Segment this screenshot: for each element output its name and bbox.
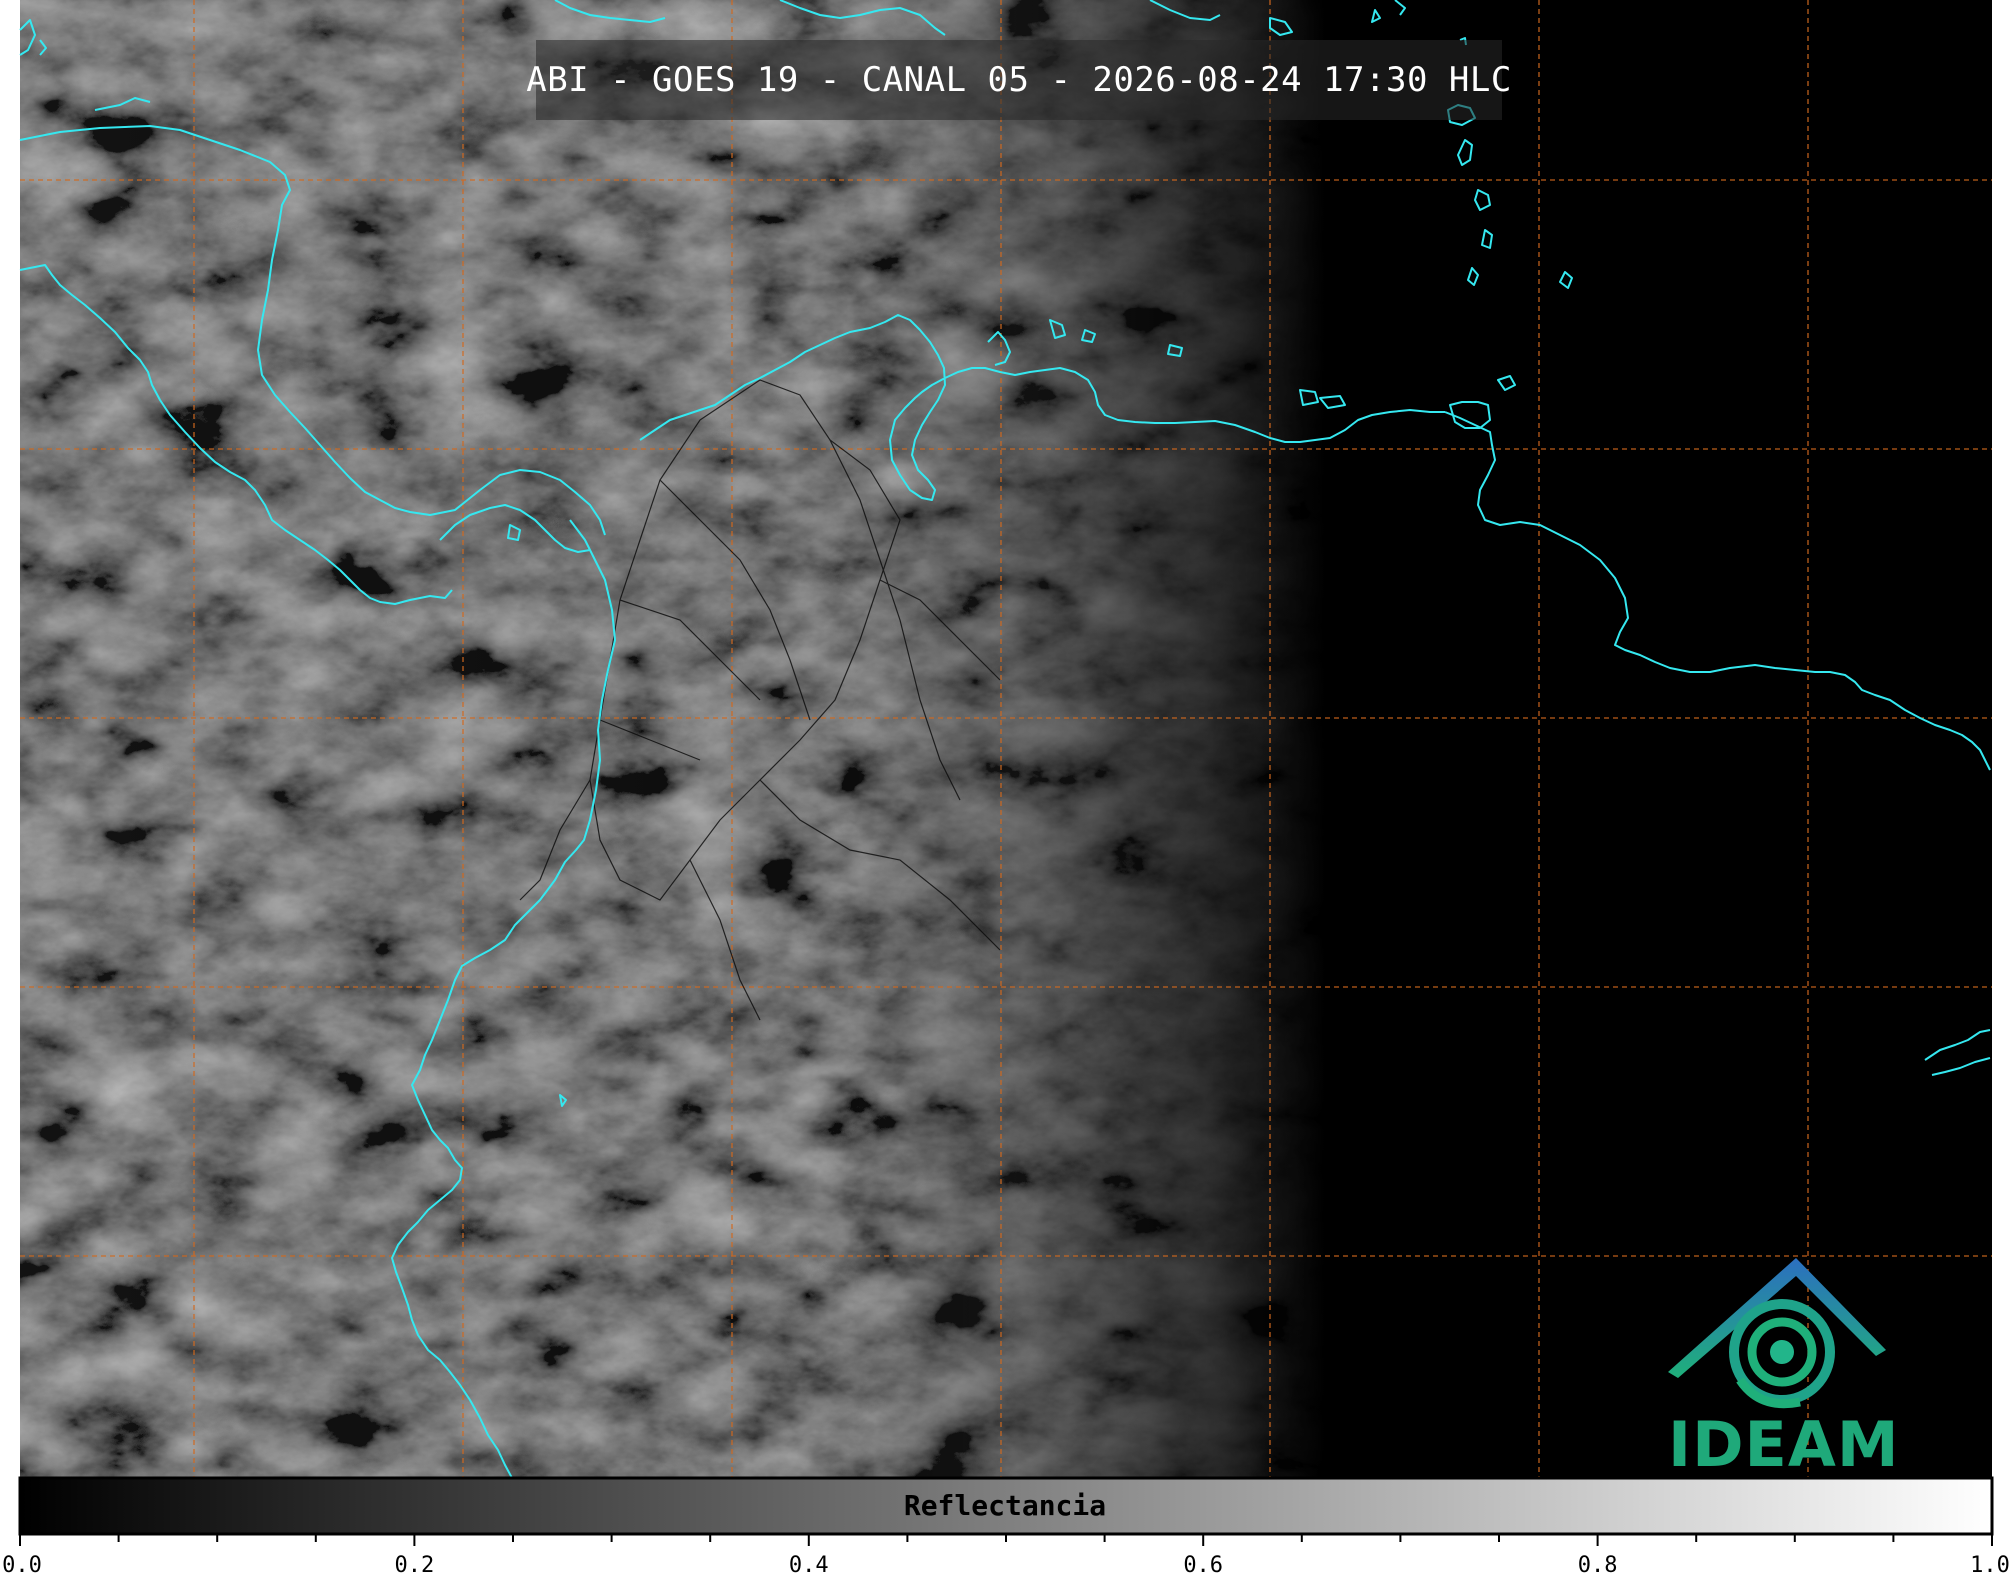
colorbar-tick-label: 0.2 <box>394 1553 435 1578</box>
satellite-map <box>0 0 2011 1577</box>
map-title: ABI - GOES 19 - CANAL 05 - 2026-08-24 17… <box>526 60 1512 100</box>
title-banner: ABI - GOES 19 - CANAL 05 - 2026-08-24 17… <box>526 40 1511 120</box>
colorbar-tick-label: 0.4 <box>788 1553 829 1578</box>
colorbar-tick-label: 0.0 <box>2 1553 42 1578</box>
colorbar-tick-label: 0.8 <box>1577 1553 1618 1578</box>
colorbar-label: Reflectancia <box>903 1489 1107 1522</box>
colorbar-tick-label: 0.6 <box>1183 1553 1224 1578</box>
colorbar-tick-label: 1.0 <box>1970 1553 2010 1578</box>
ideam-logo-text: IDEAM <box>1668 1408 1900 1481</box>
